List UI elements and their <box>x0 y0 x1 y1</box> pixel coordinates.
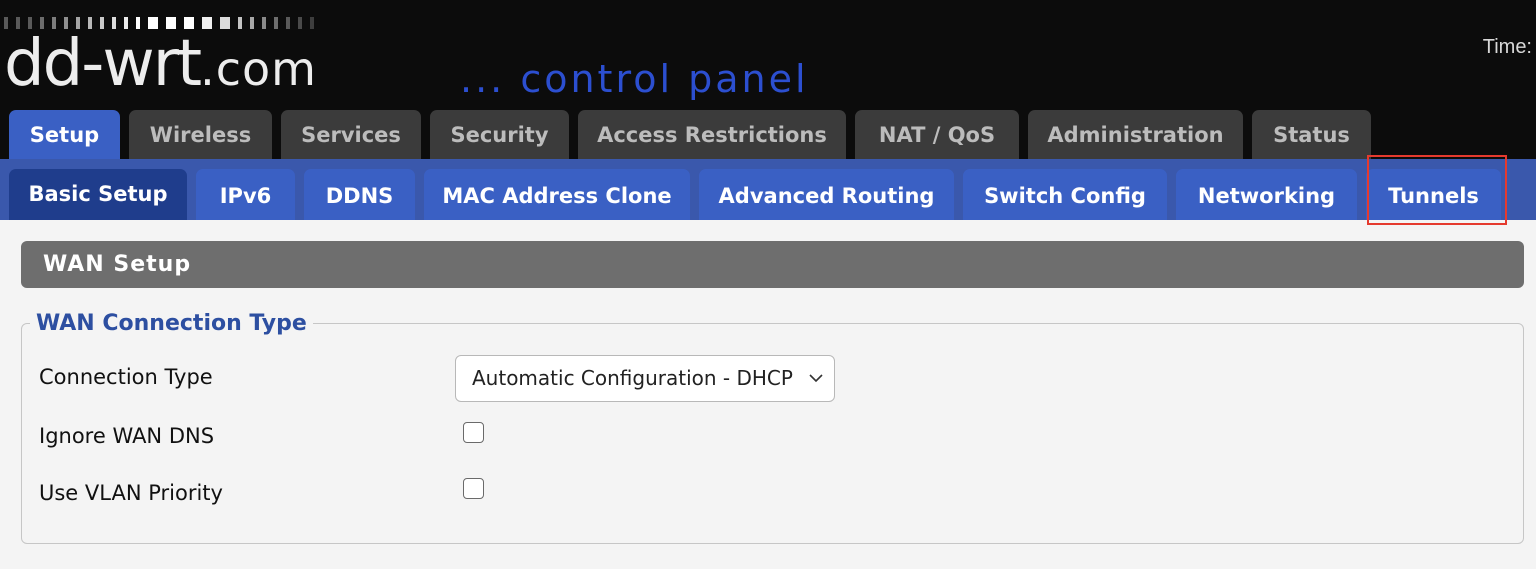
subtab-switch-config[interactable]: Switch Config <box>963 169 1167 220</box>
tab-status[interactable]: Status <box>1252 110 1371 159</box>
connection-type-value: Automatic Configuration - DHCP <box>472 366 793 390</box>
sub-tab-bar: Basic Setup IPv6 DDNS MAC Address Clone … <box>0 159 1536 220</box>
subtab-tunnels[interactable]: Tunnels <box>1366 169 1501 220</box>
connection-type-label: Connection Type <box>39 365 213 389</box>
ignore-wan-dns-label: Ignore WAN DNS <box>39 424 215 448</box>
subtab-networking[interactable]: Networking <box>1176 169 1357 220</box>
tab-nat-qos[interactable]: NAT / QoS <box>855 110 1019 159</box>
chevron-down-icon <box>809 374 823 383</box>
use-vlan-priority-checkbox[interactable] <box>463 478 484 499</box>
fieldset-legend: WAN Connection Type <box>30 310 313 338</box>
tab-wireless[interactable]: Wireless <box>129 110 272 159</box>
tab-access-restrictions[interactable]: Access Restrictions <box>578 110 846 159</box>
control-panel-subtitle: ... control panel <box>460 57 809 101</box>
tab-services[interactable]: Services <box>281 110 421 159</box>
logo-text: dd-wrt <box>4 27 202 101</box>
section-header-wan-setup: WAN Setup <box>21 241 1524 288</box>
logo: dd-wrt.com <box>4 24 317 109</box>
subtab-ipv6[interactable]: IPv6 <box>196 169 295 220</box>
tab-administration[interactable]: Administration <box>1028 110 1243 159</box>
subtab-mac-address-clone[interactable]: MAC Address Clone <box>424 169 690 220</box>
ignore-wan-dns-checkbox[interactable] <box>463 422 484 443</box>
subtab-basic-setup[interactable]: Basic Setup <box>9 169 187 220</box>
tab-setup[interactable]: Setup <box>9 110 120 162</box>
use-vlan-priority-label: Use VLAN Priority <box>39 481 223 505</box>
subtab-advanced-routing[interactable]: Advanced Routing <box>699 169 954 220</box>
subtab-ddns[interactable]: DDNS <box>304 169 415 220</box>
tab-security[interactable]: Security <box>430 110 569 159</box>
logo-suffix: .com <box>200 42 317 96</box>
time-label: Time: <box>1482 36 1532 58</box>
connection-type-select[interactable]: Automatic Configuration - DHCP <box>455 355 835 402</box>
